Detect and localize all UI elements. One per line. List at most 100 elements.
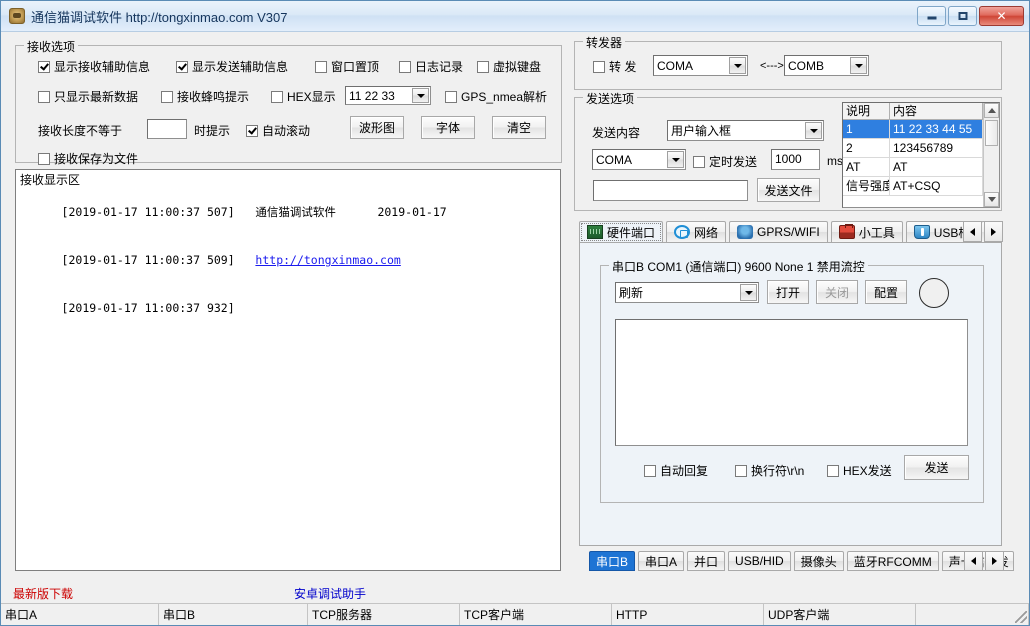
- chevron-down-icon[interactable]: [740, 284, 757, 301]
- close-icon: ✕: [996, 9, 1007, 23]
- status-cell-udpclient: UDP客户端: [764, 604, 916, 625]
- android-debug-assistant-link[interactable]: 安卓调试助手: [294, 585, 366, 602]
- minimize-button[interactable]: [917, 6, 946, 26]
- bottom-tab-usbhid[interactable]: USB/HID: [728, 551, 791, 571]
- hardware-port-panel: 串口B COM1 (通信端口) 9600 None 1 禁用流控 刷新 打开 关…: [579, 242, 1002, 546]
- quick-command-list[interactable]: 说明 内容 1 11 22 33 44 55 2 123456789 AT AT…: [842, 102, 1000, 208]
- send-file-path-input[interactable]: [593, 180, 748, 201]
- table-row[interactable]: 2 123456789: [843, 139, 999, 158]
- checkbox-window-top[interactable]: 窗口置顶: [315, 58, 379, 75]
- clear-button[interactable]: 清空: [492, 116, 546, 139]
- scroll-down-button[interactable]: [984, 192, 999, 207]
- chevron-down-icon[interactable]: [729, 57, 746, 74]
- port-select-value: 刷新: [619, 286, 644, 300]
- scroll-up-button[interactable]: [984, 103, 999, 118]
- tab-network[interactable]: 网络: [666, 221, 727, 243]
- table-row[interactable]: AT AT: [843, 158, 999, 177]
- checkbox-label: 日志记录: [415, 60, 464, 74]
- close-port-button[interactable]: 关闭: [816, 280, 858, 304]
- checkbox-recv-beep[interactable]: 接收蜂鸣提示: [161, 88, 249, 105]
- checkbox-gps-nmea[interactable]: GPS_nmea解析: [445, 88, 547, 105]
- bottom-tab-scroll-buttons: [964, 551, 1006, 571]
- open-port-button[interactable]: 打开: [767, 280, 809, 304]
- receive-link[interactable]: http://tongxinmao.com: [255, 253, 400, 267]
- checkbox-timed-send[interactable]: 定时发送: [693, 153, 757, 170]
- receive-timestamp: [2019-01-17 11:00:37 507]: [61, 205, 235, 219]
- minimize-icon: [927, 13, 936, 20]
- bottom-tab-scroll-right-button[interactable]: [985, 551, 1004, 571]
- bottom-tab-parallel[interactable]: 并口: [687, 551, 726, 571]
- checkbox-save-to-file[interactable]: 接收保存为文件: [38, 150, 138, 167]
- tab-scroll-left-button[interactable]: [963, 221, 982, 242]
- timer-interval-input[interactable]: 1000: [771, 149, 820, 170]
- latest-version-download-link[interactable]: 最新版下载: [13, 585, 73, 602]
- checkbox-show-send-info[interactable]: 显示发送辅助信息: [176, 58, 288, 75]
- bottom-tab-camera[interactable]: 摄像头: [793, 551, 844, 571]
- tab-scroll-right-button[interactable]: [984, 221, 1003, 242]
- list-scrollbar[interactable]: [983, 103, 999, 207]
- receive-area-title: 接收显示区: [20, 173, 81, 187]
- chevron-down-icon[interactable]: [805, 122, 822, 139]
- tab-tools[interactable]: 小工具: [830, 221, 903, 243]
- receive-display-area[interactable]: 接收显示区 [2019-01-17 11:00:37 507] 通信猫调试软件 …: [15, 169, 561, 571]
- bottom-tab-serialb[interactable]: 串口B: [589, 551, 636, 571]
- close-button[interactable]: ✕: [979, 6, 1024, 26]
- checkbox-log-record[interactable]: 日志记录: [399, 58, 463, 75]
- column-header-content[interactable]: 内容: [890, 103, 983, 120]
- wireless-icon: [737, 225, 754, 239]
- recv-length-input[interactable]: [147, 119, 187, 139]
- toolbox-icon: [838, 224, 855, 239]
- configure-port-button[interactable]: 配置: [865, 280, 907, 304]
- repeater-target-combo[interactable]: COMB: [784, 55, 869, 76]
- send-port-combo[interactable]: COMA: [592, 149, 686, 170]
- checkbox-virtual-keyboard[interactable]: 虚拟键盘: [477, 58, 541, 75]
- checkbox-latest-only[interactable]: 只显示最新数据: [38, 88, 138, 105]
- tab-gprs-wifi[interactable]: GPRS/WIFI: [729, 221, 828, 243]
- serial-port-group: 串口B COM1 (通信端口) 9600 None 1 禁用流控 刷新 打开 关…: [600, 258, 984, 503]
- bottom-tab-seriala[interactable]: 串口A: [638, 551, 685, 571]
- receive-line: [2019-01-17 11:00:37 509] http://tongxin…: [20, 236, 556, 284]
- checkbox-show-recv-info[interactable]: 显示接收辅助信息: [38, 58, 150, 75]
- checkbox-hex-display[interactable]: HEX显示: [271, 88, 336, 105]
- chevron-down-icon[interactable]: [850, 57, 867, 74]
- checkbox-auto-reply[interactable]: 自动回复: [644, 462, 708, 479]
- send-content-combo[interactable]: 用户输入框: [667, 120, 824, 141]
- chevron-down-icon[interactable]: [667, 151, 684, 168]
- checkbox-label: HEX显示: [287, 90, 336, 104]
- cell-desc: 2: [843, 139, 890, 158]
- send-options-group: 发送选项 发送内容 用户输入框 COMA 定时发送 1000 ms 发送文件 说…: [574, 90, 1002, 211]
- send-textarea[interactable]: [615, 319, 968, 446]
- tab-hardware-port[interactable]: 硬件端口: [579, 221, 664, 243]
- checkbox-box: [38, 60, 50, 73]
- receive-options-group: 接收选项 显示接收辅助信息 显示发送辅助信息 窗口置顶 日志记录 虚拟键盘 只显…: [15, 38, 562, 166]
- scrollbar-thumb[interactable]: [985, 120, 998, 146]
- bottom-tab-bluetooth-rfcomm[interactable]: 蓝牙RFCOMM: [846, 551, 939, 571]
- font-button[interactable]: 字体: [421, 116, 475, 139]
- send-button[interactable]: 发送: [904, 455, 969, 480]
- waveform-button[interactable]: 波形图: [350, 116, 404, 139]
- column-header-desc[interactable]: 说明: [843, 103, 890, 120]
- table-row[interactable]: 1 11 22 33 44 55: [843, 120, 999, 139]
- send-file-button[interactable]: 发送文件: [757, 178, 820, 202]
- port-select-combo[interactable]: 刷新: [615, 282, 759, 303]
- send-options-legend: 发送选项: [583, 90, 638, 107]
- main-tab-scroll-buttons: [963, 221, 1005, 242]
- tab-label: 硬件端口: [607, 225, 656, 240]
- repeater-target-value: COMB: [788, 58, 824, 73]
- checkbox-newline[interactable]: 换行符\r\n: [735, 462, 804, 479]
- hex-display-combo[interactable]: 11 22 33: [345, 86, 431, 105]
- maximize-button[interactable]: [948, 6, 977, 26]
- checkbox-hex-send[interactable]: HEX发送: [827, 462, 892, 479]
- chevron-down-icon[interactable]: [412, 88, 429, 103]
- receive-timestamp: [2019-01-17 11:00:37 932]: [61, 301, 235, 315]
- resize-grip-icon[interactable]: [1015, 611, 1027, 623]
- repeater-source-combo[interactable]: COMA: [653, 55, 748, 76]
- table-row[interactable]: 信号强度 AT+CSQ: [843, 177, 999, 196]
- send-content-label: 发送内容: [592, 126, 641, 140]
- status-cell-tcpclient: TCP客户端: [460, 604, 612, 625]
- checkbox-forward[interactable]: 转 发: [593, 58, 636, 75]
- status-led-icon: [919, 278, 949, 308]
- checkbox-auto-scroll[interactable]: 自动滚动: [246, 122, 310, 139]
- bottom-tab-scroll-left-button[interactable]: [964, 551, 983, 571]
- checkbox-label: HEX发送: [843, 464, 892, 478]
